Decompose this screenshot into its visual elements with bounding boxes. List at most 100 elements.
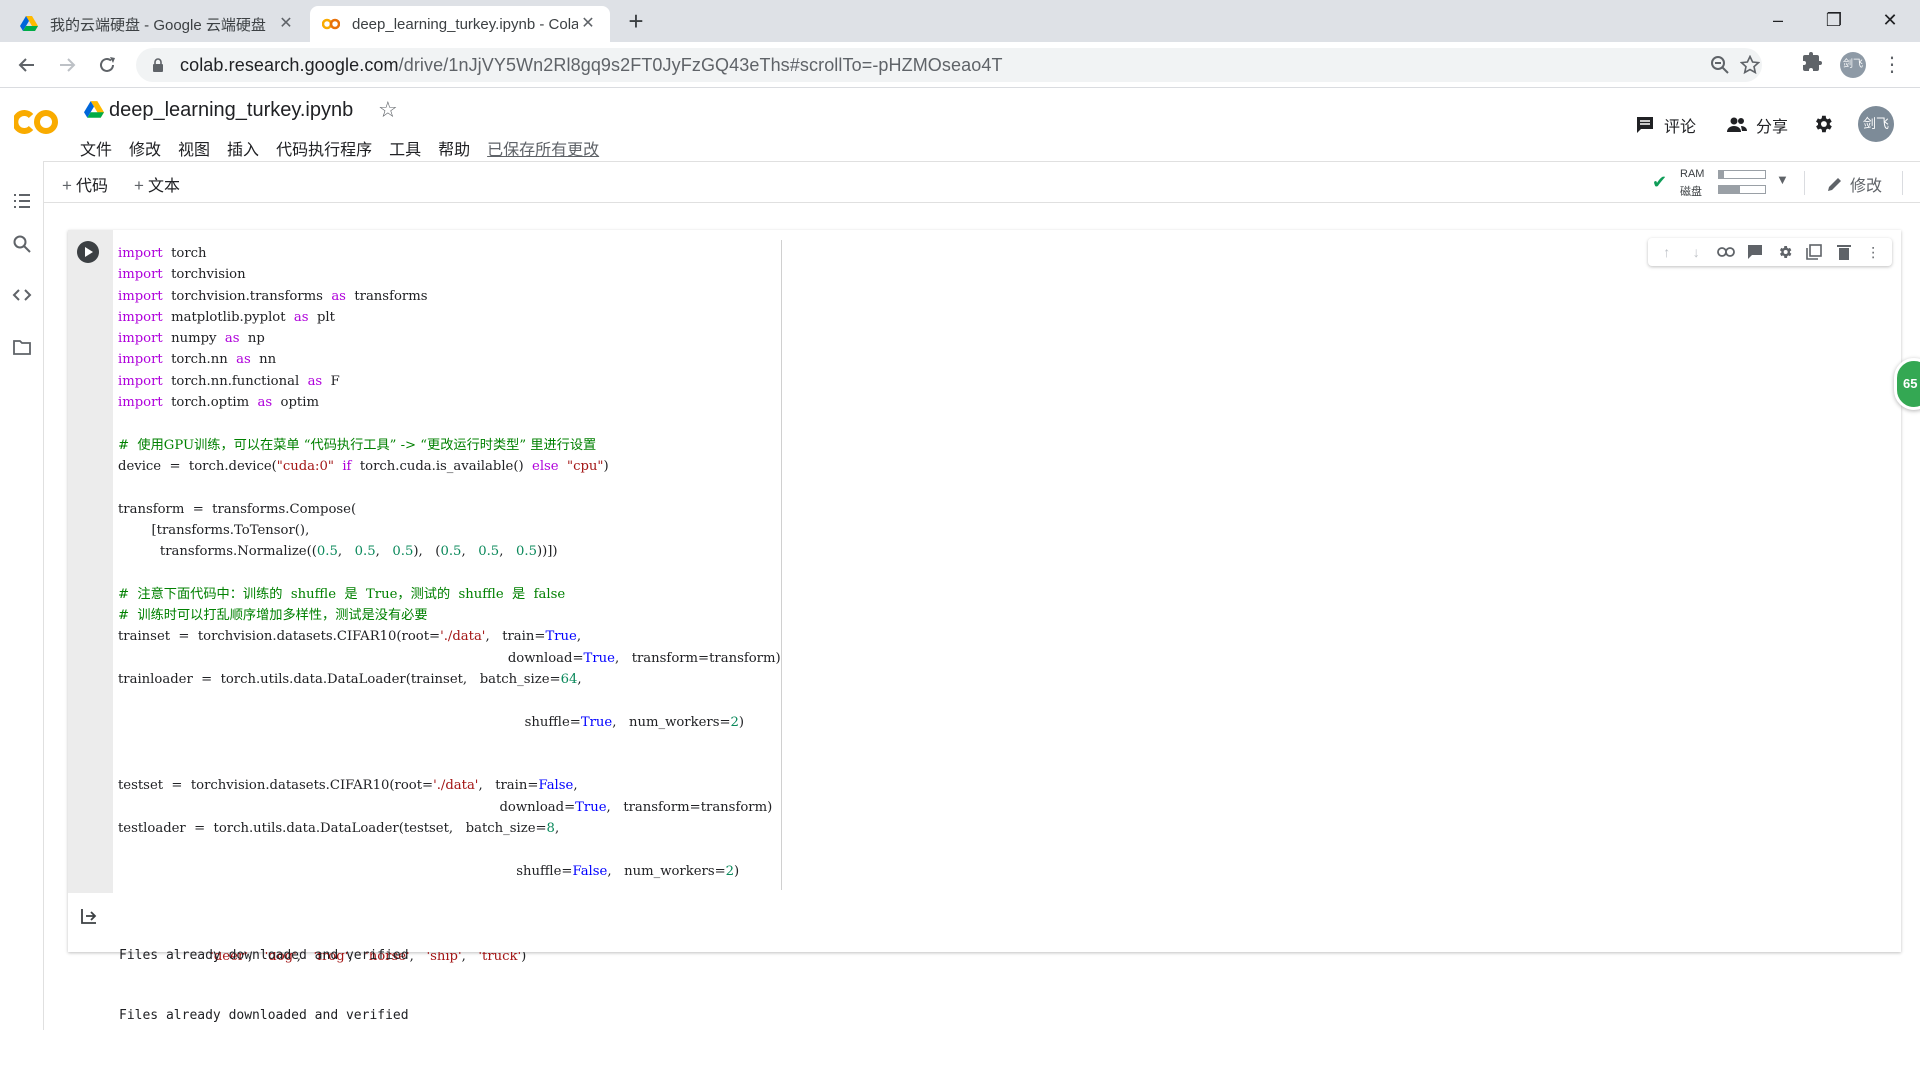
run-cell-button[interactable] xyxy=(77,241,99,263)
lock-icon xyxy=(153,58,163,72)
add-text-button[interactable]: + 文本 xyxy=(134,172,180,196)
save-status[interactable]: 已保存所有更改 xyxy=(487,136,599,160)
menu-insert[interactable]: 插入 xyxy=(227,136,259,160)
disk-label: 磁盘 xyxy=(1680,186,1702,198)
code-token: transforms.Normalize(( xyxy=(118,544,317,560)
code-token: torch.optim xyxy=(162,395,258,411)
cell-output: Files already downloaded and verified Fi… xyxy=(68,893,1901,1023)
browser-tab-colab[interactable]: deep_learning_turkey.ipynb - Colaborator… xyxy=(310,6,610,42)
menu-file[interactable]: 文件 xyxy=(80,136,112,160)
toolbar-divider xyxy=(1902,171,1903,195)
colab-header: deep_learning_turkey.ipynb ☆ 文件 修改 视图 插入… xyxy=(0,89,1920,161)
colab-logo[interactable] xyxy=(12,107,62,145)
code-line: # 训练时可以打乱顺序增加多样性，测试是没有必要 xyxy=(118,605,781,626)
google-drive-icon xyxy=(20,15,38,33)
add-code-label: 代码 xyxy=(75,178,108,195)
code-editor[interactable]: import torch import torchvision import tor… xyxy=(113,230,1901,964)
reload-button[interactable] xyxy=(92,50,122,80)
code-token: shuffle= xyxy=(118,863,573,879)
arrow-left-icon xyxy=(18,58,34,72)
code-cell[interactable]: import torch import torchvision import tor… xyxy=(68,230,1901,1023)
browser-tab-drive[interactable]: 我的云端硬盘 - Google 云端硬盘 ✕ xyxy=(8,6,308,42)
zoom-icon[interactable] xyxy=(1710,55,1730,75)
code-token: , num_workers= xyxy=(612,714,731,730)
code-token: ) xyxy=(734,863,740,879)
chevron-down-icon[interactable]: ▼ xyxy=(1776,172,1789,187)
output-line: Files already downloaded and verified xyxy=(119,1008,409,1023)
code-token: torch.nn.functional xyxy=(162,373,308,389)
add-code-button[interactable]: + 代码 xyxy=(62,172,108,196)
delete-icon[interactable] xyxy=(1835,243,1853,261)
files-icon[interactable] xyxy=(12,337,32,357)
code-token: as xyxy=(331,288,346,304)
code-token: import xyxy=(118,246,163,261)
account-avatar[interactable]: 剑飞 xyxy=(1858,106,1894,142)
menu-edit[interactable]: 修改 xyxy=(129,136,161,160)
mirror-cell-icon[interactable] xyxy=(1805,243,1823,261)
code-token: , xyxy=(461,544,479,560)
new-tab-button[interactable]: + xyxy=(622,8,650,36)
share-label: 分享 xyxy=(1756,119,1789,136)
resource-monitor[interactable]: ✔ RAM 磁盘 ▼ xyxy=(1652,166,1792,198)
code-token: 0.5 xyxy=(316,544,338,560)
settings-gear-icon[interactable] xyxy=(1812,113,1834,135)
comment-icon[interactable] xyxy=(1746,243,1764,261)
forward-button[interactable] xyxy=(52,50,82,80)
toc-icon[interactable] xyxy=(12,191,32,211)
browser-toolbar: colab.research.google.com/drive/1nJjVY5W… xyxy=(0,42,1920,88)
code-token: trainset = torchvision.datasets.CIFAR10(… xyxy=(118,629,441,645)
settings-icon[interactable] xyxy=(1776,243,1794,261)
notebook-title[interactable]: deep_learning_turkey.ipynb xyxy=(109,99,353,122)
profile-avatar[interactable]: 剑飞 xyxy=(1840,52,1866,78)
ram-label: RAM xyxy=(1680,168,1705,180)
comment-button[interactable]: 评论 xyxy=(1634,113,1696,137)
code-line: download=True, transform=transform) xyxy=(118,648,781,669)
menu-help[interactable]: 帮助 xyxy=(438,136,470,160)
code-token: ))]) xyxy=(536,544,558,560)
back-button[interactable] xyxy=(12,50,42,80)
code-token: else xyxy=(532,458,559,474)
code-token: torchvision.transforms xyxy=(162,288,332,304)
edit-button[interactable]: 修改 xyxy=(1826,172,1882,196)
menu-runtime[interactable]: 代码执行程序 xyxy=(276,136,372,160)
close-tab-icon[interactable]: ✕ xyxy=(276,14,296,34)
code-token: , num_workers= xyxy=(607,863,726,879)
extensions-puzzle-icon[interactable] xyxy=(1800,50,1824,74)
link-icon[interactable] xyxy=(1716,243,1735,261)
star-icon[interactable]: ☆ xyxy=(378,97,398,123)
code-token: , train= xyxy=(478,778,539,794)
code-snippets-icon[interactable] xyxy=(12,285,32,305)
close-tab-icon[interactable]: ✕ xyxy=(578,14,598,34)
menu-view[interactable]: 视图 xyxy=(178,136,210,160)
menu-bar: 文件 修改 视图 插入 代码执行程序 工具 帮助 已保存所有更改 xyxy=(80,136,616,160)
menu-tools[interactable]: 工具 xyxy=(389,136,421,160)
share-button[interactable]: 分享 xyxy=(1726,113,1788,137)
disk-usage-bar xyxy=(1718,185,1766,194)
people-icon xyxy=(1727,117,1747,132)
move-down-icon[interactable]: ↓ xyxy=(1687,243,1705,261)
floating-indicator-badge[interactable]: 65 xyxy=(1894,358,1920,410)
code-text: import torch import torchvision import tor… xyxy=(118,243,781,967)
search-icon[interactable] xyxy=(12,234,32,254)
more-icon[interactable]: ⋮ xyxy=(1864,243,1882,261)
code-token: 0.5 xyxy=(354,544,376,560)
bookmark-star-icon[interactable] xyxy=(1740,55,1760,75)
code-token: True xyxy=(575,799,607,815)
address-bar[interactable]: colab.research.google.com/drive/1nJjVY5W… xyxy=(136,48,1762,82)
move-up-icon[interactable]: ↑ xyxy=(1658,243,1676,261)
notebook-toolbar: + 代码 + 文本 ✔ RAM 磁盘 ▼ 修改 xyxy=(44,161,1920,203)
minimize-window-button[interactable]: – xyxy=(1750,4,1806,36)
tab-title: 我的云端硬盘 - Google 云端硬盘 xyxy=(50,16,266,34)
notebook-area: import torch import torchvision import tor… xyxy=(44,203,1920,1030)
google-drive-icon[interactable] xyxy=(84,101,104,119)
code-token: import xyxy=(118,331,163,347)
close-window-button[interactable]: ✕ xyxy=(1862,4,1918,36)
output-arrow-icon[interactable] xyxy=(80,907,98,925)
code-token: as xyxy=(293,309,309,325)
arrow-right-icon xyxy=(60,58,76,72)
code-token: transforms xyxy=(345,288,428,304)
code-token: 0.5 xyxy=(440,544,462,560)
browser-menu-icon[interactable]: ⋮ xyxy=(1882,50,1902,80)
maximize-window-button[interactable]: ❐ xyxy=(1806,4,1862,36)
